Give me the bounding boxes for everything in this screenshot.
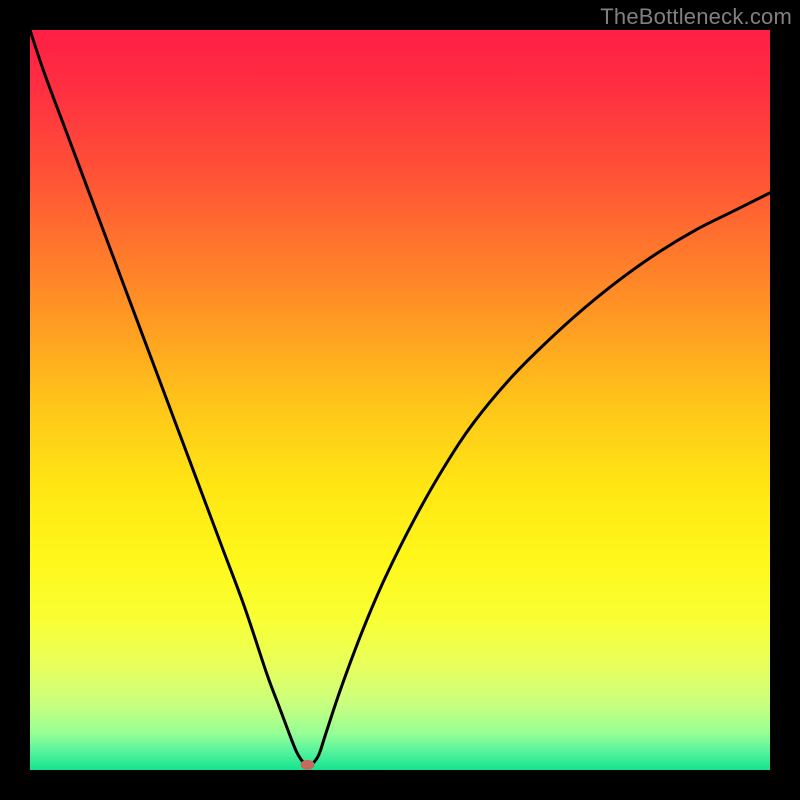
plot-area xyxy=(30,30,770,770)
optimal-point-marker xyxy=(301,760,315,770)
gradient-background xyxy=(30,30,770,770)
bottleneck-chart xyxy=(30,30,770,770)
watermark-text: TheBottleneck.com xyxy=(600,4,792,30)
chart-frame: TheBottleneck.com xyxy=(0,0,800,800)
